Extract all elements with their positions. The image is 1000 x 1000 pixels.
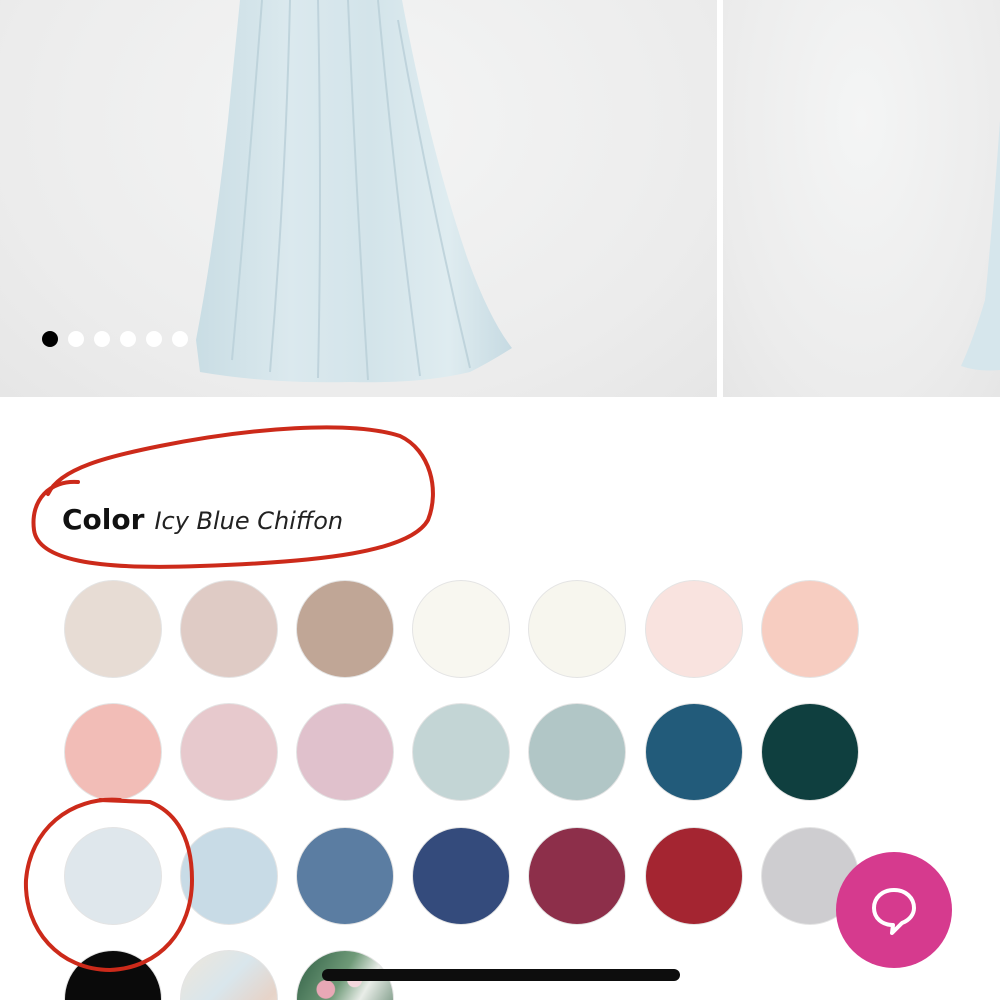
carousel-dot[interactable] [172,331,188,347]
swatch-14[interactable] [761,703,859,801]
carousel-dot[interactable] [120,331,136,347]
swatch-10[interactable] [296,703,394,801]
product-image-main[interactable] [0,0,717,397]
home-indicator-bar [322,969,680,981]
product-image-gallery[interactable] [0,0,1000,397]
annotation-circle-color-label [31,425,435,569]
chat-button[interactable] [836,852,952,968]
selected-color-name: Icy Blue Chiffon [154,507,344,535]
swatch-9[interactable] [180,703,278,801]
chat-bubble-icon [872,888,916,935]
swatch-18[interactable] [412,827,510,925]
swatch-20[interactable] [645,827,743,925]
swatch-6[interactable] [645,580,743,678]
swatch-19[interactable] [528,827,626,925]
swatch-11[interactable] [412,703,510,801]
color-selection-header: Color Icy Blue Chiffon [62,503,343,536]
carousel-dot[interactable] [94,331,110,347]
product-image-next[interactable] [723,0,1000,397]
swatch-23-print[interactable] [180,950,278,1000]
swatch-8[interactable] [64,703,162,801]
color-label: Color [62,503,145,536]
swatch-5[interactable] [528,580,626,678]
carousel-dot[interactable] [68,331,84,347]
swatch-22[interactable] [64,950,162,1000]
carousel-dot-active[interactable] [42,331,58,347]
swatch-4[interactable] [412,580,510,678]
swatch-1[interactable] [64,580,162,678]
carousel-dot[interactable] [146,331,162,347]
swatch-3[interactable] [296,580,394,678]
swatch-2[interactable] [180,580,278,678]
swatch-17[interactable] [296,827,394,925]
swatch-icy-blue[interactable] [64,827,162,925]
swatch-13[interactable] [645,703,743,801]
swatch-7[interactable] [761,580,859,678]
swatch-12[interactable] [528,703,626,801]
swatch-16[interactable] [180,827,278,925]
dress-illustration-partial [961,0,1000,371]
carousel-dots[interactable] [42,331,188,347]
